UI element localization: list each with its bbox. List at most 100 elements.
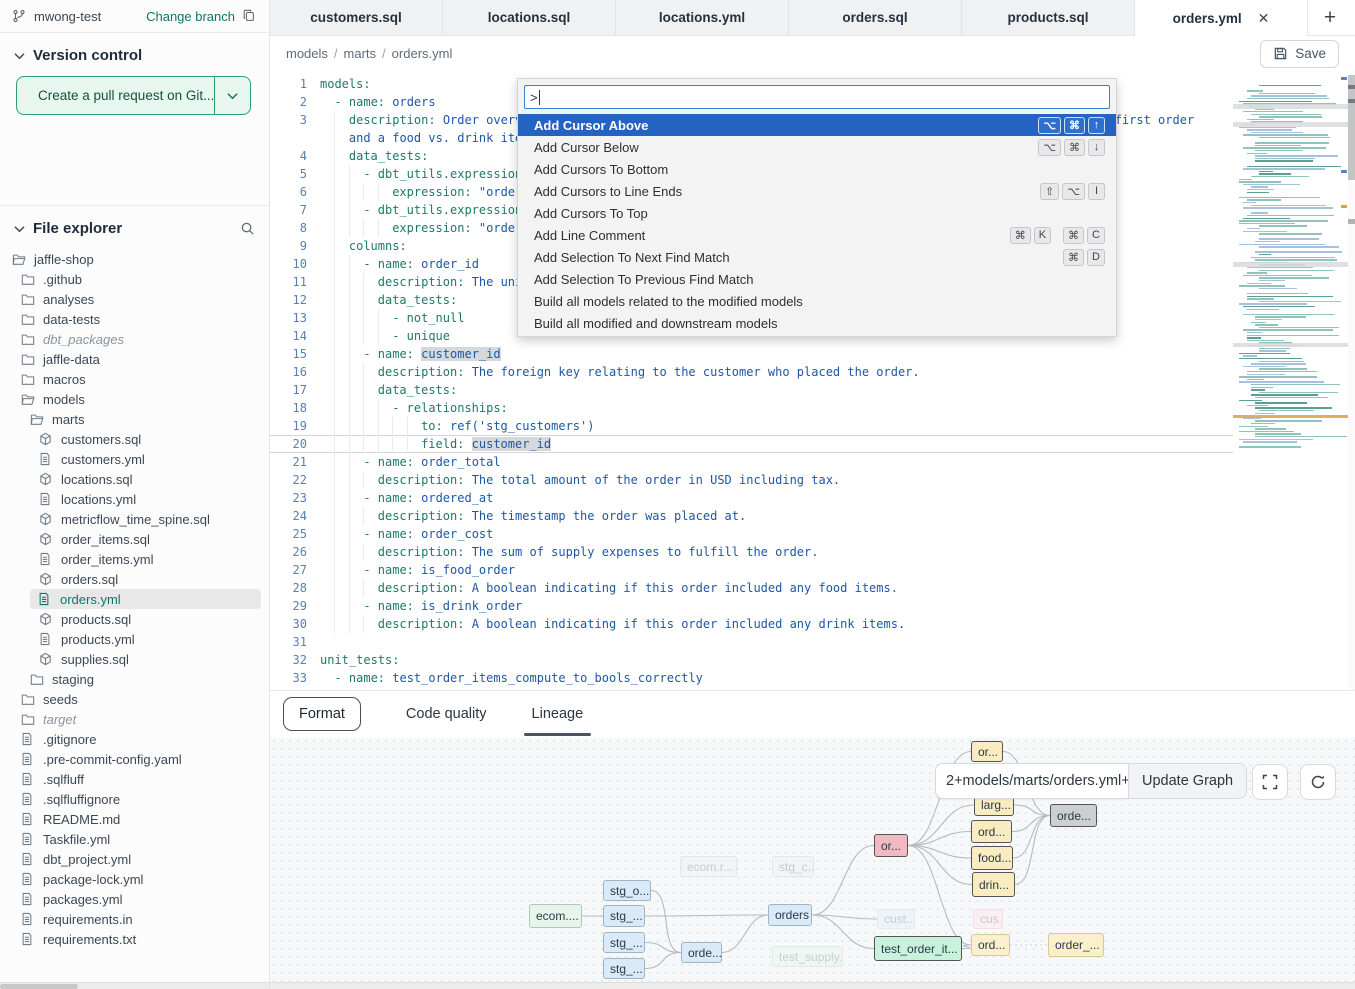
palette-item[interactable]: Add Selection To Previous Find Match xyxy=(524,268,1110,290)
palette-item[interactable]: Add Cursors To Top xyxy=(524,202,1110,224)
tree-item-products-yml[interactable]: products.yml xyxy=(0,629,269,649)
breadcrumb-part[interactable]: marts xyxy=(344,46,377,61)
lineage-node-stgcFade[interactable]: stg_c... xyxy=(772,856,814,877)
palette-item[interactable]: Build all models related to the modified… xyxy=(524,290,1110,312)
file-explorer-header[interactable]: File explorer xyxy=(0,206,269,245)
lineage-node-orderR[interactable]: order_... xyxy=(1048,933,1104,957)
new-tab-button[interactable]: + xyxy=(1308,0,1352,35)
tree-item-products-sql[interactable]: products.sql xyxy=(0,609,269,629)
scrollbar-thumb[interactable] xyxy=(0,984,78,989)
tree-item-models[interactable]: models xyxy=(0,389,269,409)
lineage-node-ordB[interactable]: ord... xyxy=(971,934,1010,956)
tree-item--sqlfluffignore[interactable]: .sqlfluffignore xyxy=(0,789,269,809)
tree-item-target[interactable]: target xyxy=(0,709,269,729)
lineage-node-orTop[interactable]: or... xyxy=(971,741,1003,762)
tree-item--gitignore[interactable]: .gitignore xyxy=(0,729,269,749)
lineage-node-custFade[interactable]: cust... xyxy=(877,909,915,929)
tab-orders-yml[interactable]: orders.yml✕ xyxy=(1135,0,1308,37)
lineage-node-stg0[interactable]: stg_o... xyxy=(603,880,651,901)
lineage-graph[interactable]: ecom.r... stg_c... ecom.... stg_o... stg_...… xyxy=(270,737,1355,982)
lineage-node-cusFade[interactable]: cus... xyxy=(973,909,1003,929)
tree-item-metricflow_time_spine-sql[interactable]: metricflow_time_spine.sql xyxy=(0,509,269,529)
lineage-node-ordeL[interactable]: orde... xyxy=(681,942,722,963)
tree-item-supplies-sql[interactable]: supplies.sql xyxy=(0,649,269,669)
tree-item-orders-yml[interactable]: orders.yml xyxy=(30,589,261,609)
change-branch-link[interactable]: Change branch xyxy=(146,9,235,24)
palette-item[interactable]: Build all modified and downstream models xyxy=(524,312,1110,334)
lineage-node-orders[interactable]: orders xyxy=(768,904,812,926)
tab-lineage[interactable]: Lineage xyxy=(532,691,584,738)
tab-customers-sql[interactable]: customers.sql xyxy=(270,0,443,35)
tree-item--pre-commit-config-yaml[interactable]: .pre-commit-config.yaml xyxy=(0,749,269,769)
scrollbar-thumb[interactable] xyxy=(1348,75,1355,180)
tree-item-Taskfile-yml[interactable]: Taskfile.yml xyxy=(0,829,269,849)
lineage-selector-input[interactable]: 2+models/marts/orders.yml+ xyxy=(935,763,1128,799)
tree-item-order_items-yml[interactable]: order_items.yml xyxy=(0,549,269,569)
tab-locations-yml[interactable]: locations.yml xyxy=(616,0,789,35)
tree-item-customers-yml[interactable]: customers.yml xyxy=(0,449,269,469)
lineage-node-orPink[interactable]: or... xyxy=(874,834,908,857)
tab-products-sql[interactable]: products.sql xyxy=(962,0,1135,35)
tree-item-analyses[interactable]: analyses xyxy=(0,289,269,309)
update-graph-button[interactable]: Update Graph xyxy=(1128,763,1247,799)
palette-item[interactable]: Add Cursor Above⌥⌘↑ xyxy=(518,114,1116,136)
tree-item-marts[interactable]: marts xyxy=(0,409,269,429)
tab-code-quality[interactable]: Code quality xyxy=(406,691,487,738)
bottom-scrollbar-strip[interactable] xyxy=(270,982,1355,989)
tree-item--github[interactable]: .github xyxy=(0,269,269,289)
breadcrumb-part[interactable]: orders.yml xyxy=(392,46,453,61)
palette-item[interactable]: Add Cursor Below⌥⌘↓ xyxy=(524,136,1110,158)
tree-item-orders-sql[interactable]: orders.sql xyxy=(0,569,269,589)
pr-button-dropdown[interactable] xyxy=(215,77,250,114)
lineage-node-stg1[interactable]: stg_... xyxy=(603,905,645,927)
palette-item[interactable]: Add Line Comment⌘K⌘C xyxy=(524,224,1110,246)
palette-item[interactable]: Add Selection To Next Find Match⌘D xyxy=(524,246,1110,268)
tree-item-staging[interactable]: staging xyxy=(0,669,269,689)
palette-item[interactable]: Add Cursors To Bottom xyxy=(524,158,1110,180)
refresh-button[interactable] xyxy=(1300,764,1336,800)
tree-item-jaffle-data[interactable]: jaffle-data xyxy=(0,349,269,369)
lineage-node-food[interactable]: food... xyxy=(971,846,1013,870)
tree-item-packages-yml[interactable]: packages.yml xyxy=(0,889,269,909)
minimap[interactable] xyxy=(1233,71,1348,690)
lineage-node-testSupplyFade[interactable]: test_supply... xyxy=(772,946,843,967)
tree-item-package-lock-yml[interactable]: package-lock.yml xyxy=(0,869,269,889)
lineage-node-testGreen[interactable]: test_order_it... xyxy=(874,936,962,961)
search-icon[interactable] xyxy=(240,221,255,236)
lineage-node-ecomGreen[interactable]: ecom.... xyxy=(529,904,582,928)
command-palette-input[interactable]: > xyxy=(524,85,1110,109)
save-button[interactable]: Save xyxy=(1260,40,1339,68)
create-pull-request-button[interactable]: Create a pull request on Git... xyxy=(16,76,251,115)
tree-item-customers-sql[interactable]: customers.sql xyxy=(0,429,269,449)
tab-locations-sql[interactable]: locations.sql xyxy=(443,0,616,35)
close-tab-icon[interactable]: ✕ xyxy=(1258,10,1270,27)
lineage-node-ordeGray[interactable]: orde... xyxy=(1050,804,1097,827)
tree-item-requirements-txt[interactable]: requirements.txt xyxy=(0,929,269,949)
breadcrumb-part[interactable]: models xyxy=(286,46,328,61)
tree-item--sqlfluff[interactable]: .sqlfluff xyxy=(0,769,269,789)
lineage-node-ecomFadeL[interactable]: ecom.r... xyxy=(680,856,737,877)
tree-item-README-md[interactable]: README.md xyxy=(0,809,269,829)
fullscreen-button[interactable] xyxy=(1252,764,1288,800)
format-button[interactable]: Format xyxy=(283,697,361,731)
tab-orders-sql[interactable]: orders.sql xyxy=(789,0,962,35)
sidebar-hscrollbar[interactable] xyxy=(0,982,270,989)
tree-item-macros[interactable]: macros xyxy=(0,369,269,389)
lineage-node-stg3[interactable]: stg_... xyxy=(603,958,645,979)
lineage-node-drin[interactable]: drin... xyxy=(972,872,1015,897)
tree-item-locations-sql[interactable]: locations.sql xyxy=(0,469,269,489)
tree-item-seeds[interactable]: seeds xyxy=(0,689,269,709)
palette-item[interactable]: Add Cursors to Line Ends⇧⌥I xyxy=(524,180,1110,202)
tree-item-dbt_packages[interactable]: dbt_packages xyxy=(0,329,269,349)
editor-vscrollbar[interactable] xyxy=(1348,71,1355,690)
lineage-node-ord1[interactable]: ord... xyxy=(971,820,1012,843)
copy-icon[interactable] xyxy=(242,9,257,24)
tree-item-dbt_project-yml[interactable]: dbt_project.yml xyxy=(0,849,269,869)
lineage-node-stg2[interactable]: stg_... xyxy=(603,932,645,953)
tree-item-requirements-in[interactable]: requirements.in xyxy=(0,909,269,929)
version-control-header[interactable]: Version control xyxy=(0,33,269,72)
tree-item-locations-yml[interactable]: locations.yml xyxy=(0,489,269,509)
tree-item-jaffle-shop[interactable]: jaffle-shop xyxy=(0,249,269,269)
tree-item-data-tests[interactable]: data-tests xyxy=(0,309,269,329)
tree-item-order_items-sql[interactable]: order_items.sql xyxy=(0,529,269,549)
